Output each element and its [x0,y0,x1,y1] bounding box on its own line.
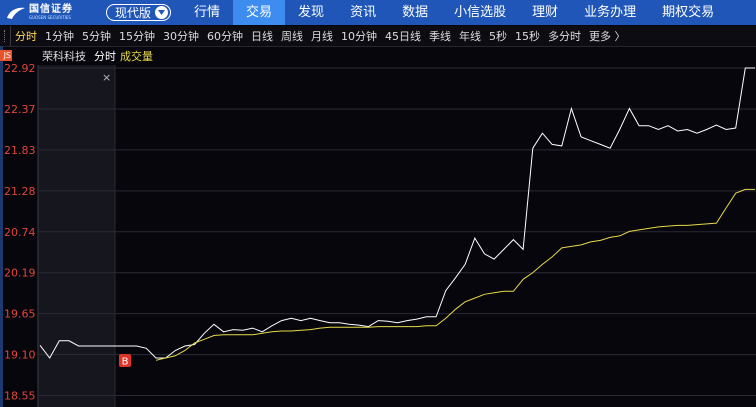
y-tick-label: 22.92 [4,62,36,75]
price-line [39,67,755,359]
intraday-chart[interactable]: 22.92 22.37 21.83 21.28 20.74 20.19 19.65 19.10… [0,0,756,407]
y-tick-label: 20.19 [4,267,36,280]
y-tick-label: 19.10 [4,349,36,362]
grid [38,67,756,396]
close-icon[interactable]: × [102,71,111,84]
buy-marker[interactable]: B [119,354,131,368]
series-layer [39,67,755,361]
y-tick-label: 22.37 [4,103,36,116]
average-price-line [155,188,755,361]
y-tick-label: 18.55 [4,390,36,403]
y-tick-label: 19.65 [4,308,36,321]
y-tick-label: 20.74 [4,226,36,239]
y-axis: 22.92 22.37 21.83 21.28 20.74 20.19 19.65 19.10… [4,62,36,403]
y-tick-label: 21.83 [4,144,36,157]
buy-marker-label: B [122,357,129,368]
y-tick-label: 21.28 [4,185,36,198]
pre-market-shade [38,65,115,407]
